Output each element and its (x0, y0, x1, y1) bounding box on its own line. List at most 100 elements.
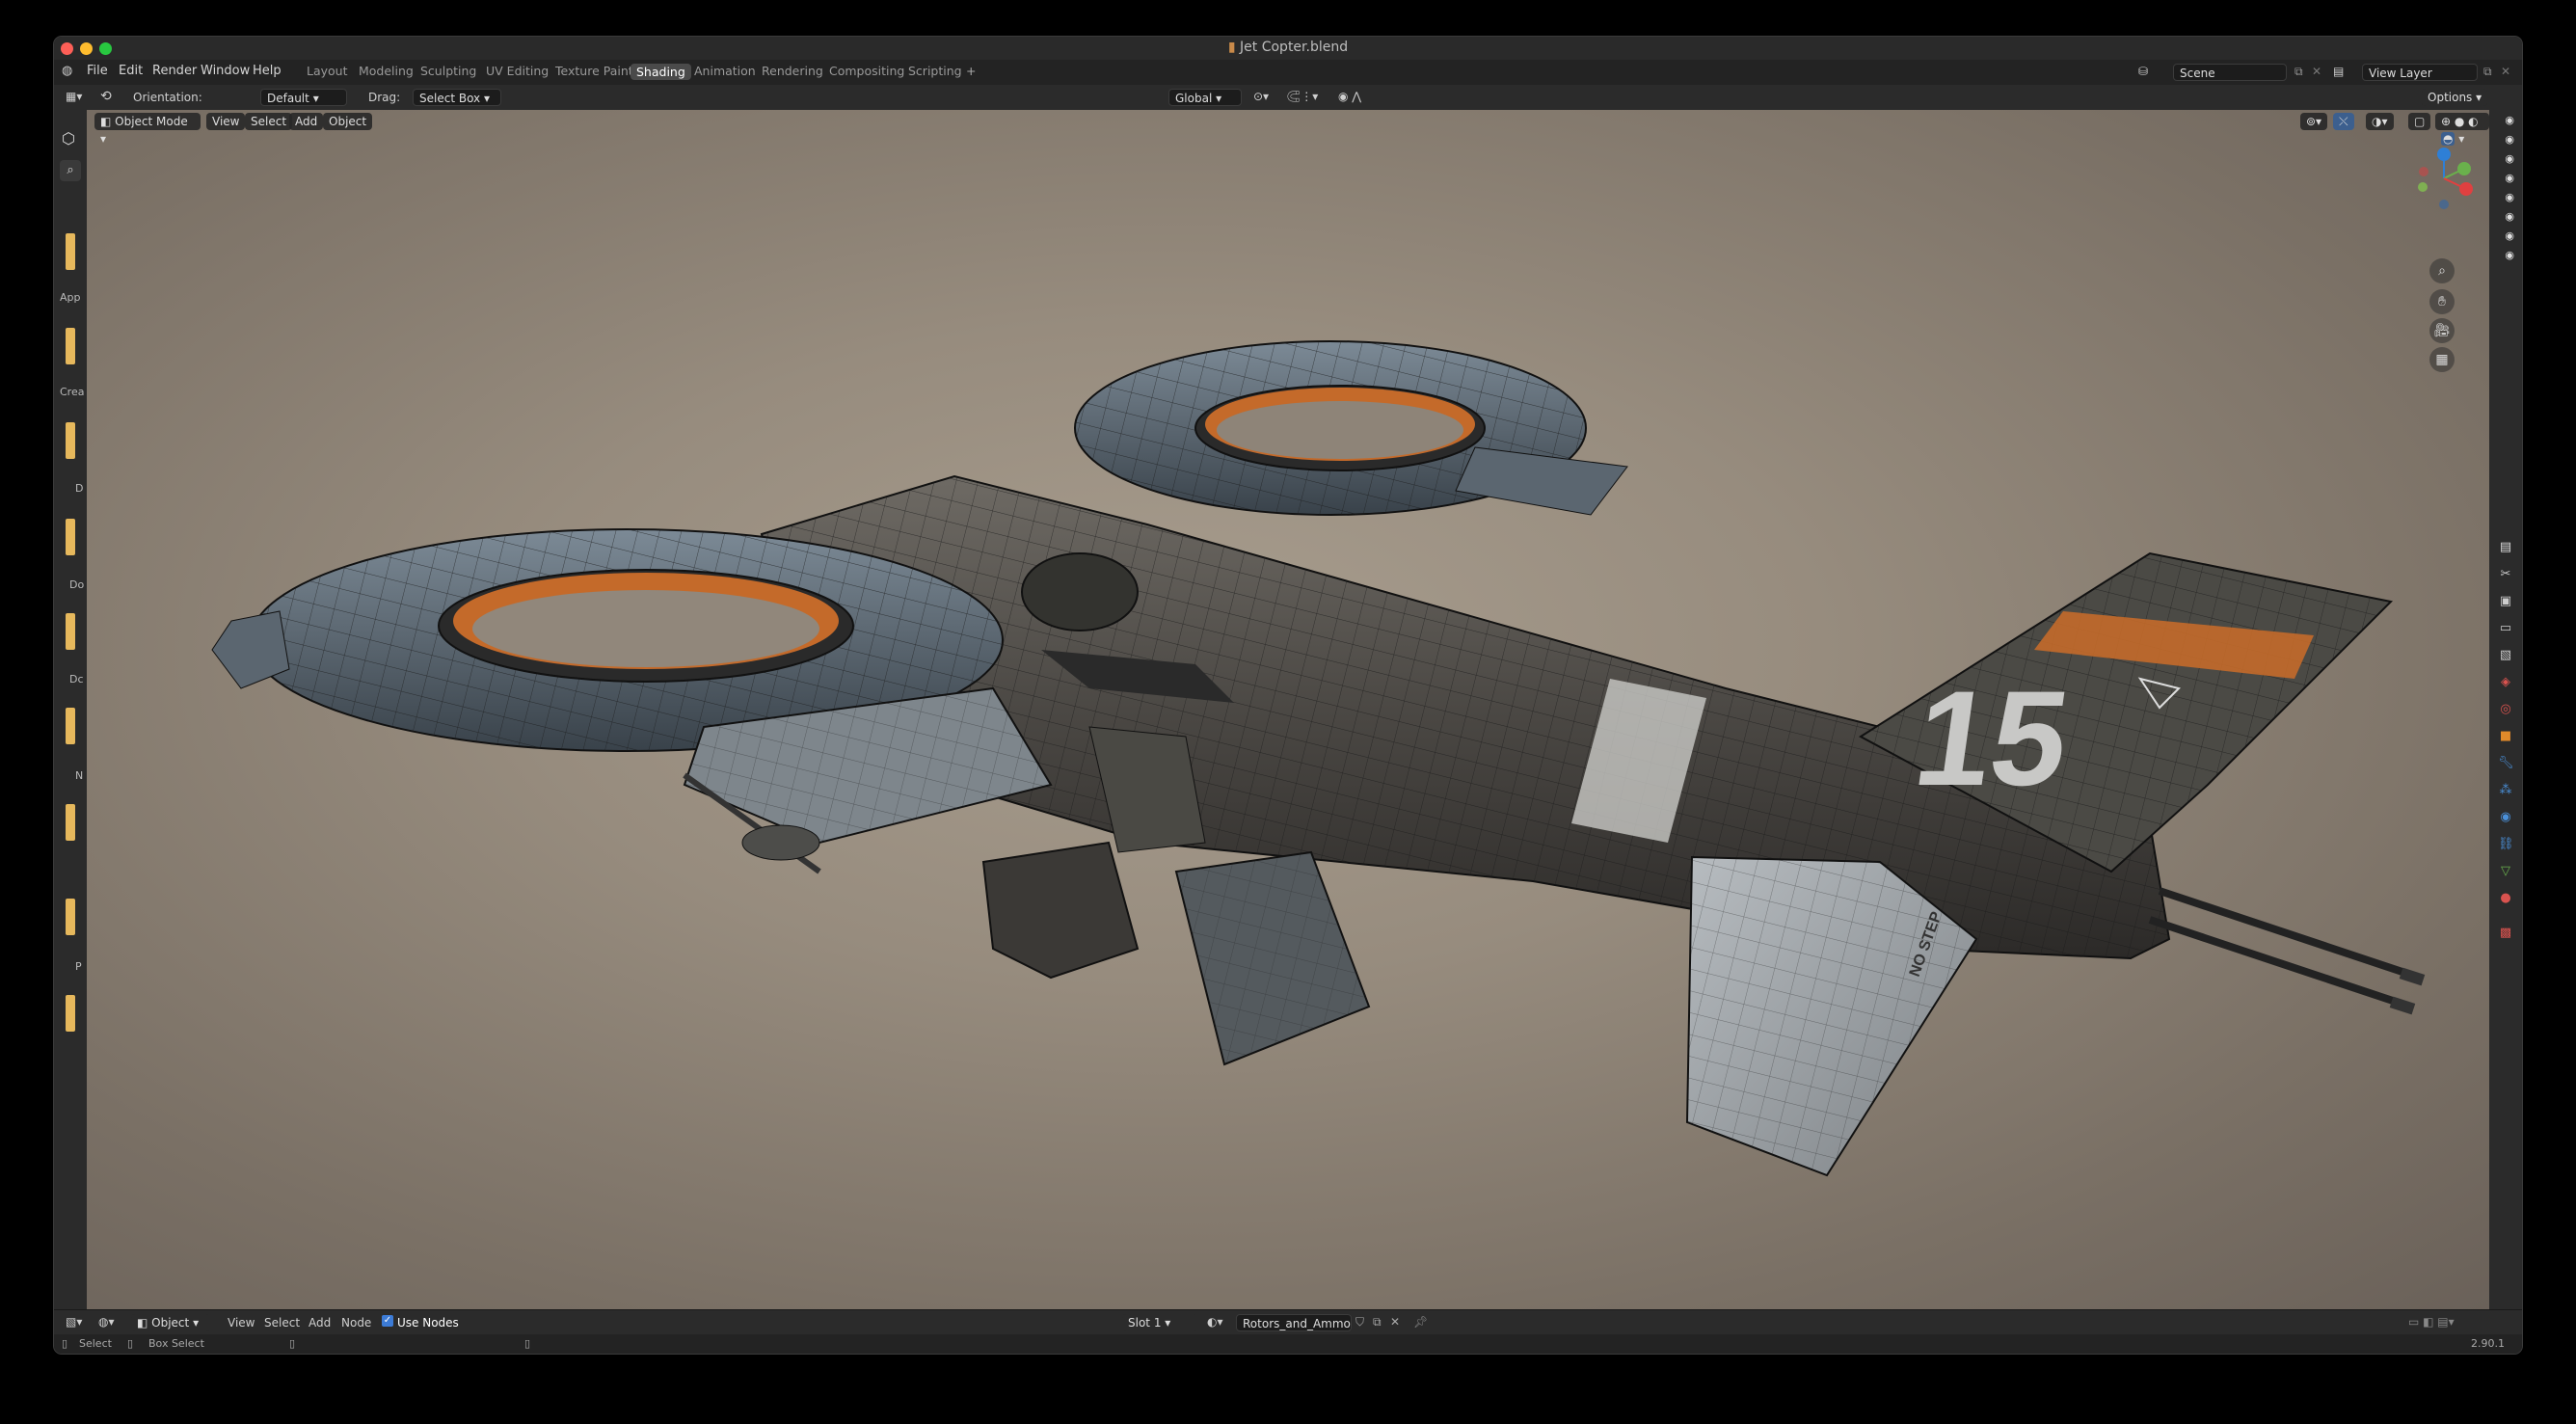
tab-rendering[interactable]: Rendering (762, 64, 823, 78)
mouse-right-icon: ▯ (289, 1337, 296, 1350)
editor-type-icon[interactable]: ▦▾ (66, 90, 82, 103)
new-scene-icon[interactable]: ⧉ (2294, 65, 2303, 79)
toolbar-icon[interactable]: ⬡ (62, 129, 75, 148)
data-properties-icon[interactable]: ▽ (2498, 864, 2513, 879)
options-dropdown[interactable]: Options ▾ (2422, 89, 2487, 106)
tab-scripting[interactable]: Scripting (908, 64, 962, 78)
eye-icon[interactable]: ◉ (2505, 172, 2514, 184)
constraints-properties-icon[interactable]: ⛓︎ (2498, 837, 2514, 852)
drag-label: Drag: (368, 91, 401, 104)
tab-compositing[interactable]: Compositing (829, 64, 904, 78)
view-layer-field[interactable]: View Layer (2362, 64, 2478, 81)
orientation-dropdown[interactable]: Default ▾ (260, 89, 347, 106)
physics-properties-icon[interactable]: ◉ (2498, 810, 2513, 825)
material-properties-icon[interactable]: ● (2498, 891, 2513, 906)
shader-menu-select[interactable]: Select (264, 1316, 300, 1330)
asset-thumbnail[interactable] (66, 328, 75, 364)
menu-help[interactable]: Help (253, 64, 282, 78)
texture-properties-icon[interactable]: ▩ (2498, 926, 2513, 941)
add-workspace-icon[interactable]: + (966, 64, 976, 78)
eye-icon[interactable]: ◉ (2505, 133, 2514, 146)
delete-scene-icon[interactable]: ✕ (2312, 65, 2321, 78)
menu-edit[interactable]: Edit (119, 64, 143, 78)
shader-editor-header: ▧▾ ◍▾ ◧ Object ▾ View Select Add Node ✓ … (54, 1309, 2522, 1335)
asset-label: Crea (60, 386, 85, 398)
asset-label: Do (69, 578, 85, 591)
modifier-properties-icon[interactable]: 🔧︎ (2498, 756, 2514, 771)
tab-sculpting[interactable]: Sculpting (420, 64, 476, 78)
asset-thumbnail[interactable] (66, 519, 75, 555)
use-nodes-checkbox[interactable]: ✓ (382, 1315, 393, 1327)
menu-window[interactable]: Window (201, 64, 250, 78)
delete-view-layer-icon[interactable]: ✕ (2501, 65, 2510, 78)
tab-animation[interactable]: Animation (694, 64, 756, 78)
world-properties-icon[interactable]: ◎ (2498, 702, 2513, 717)
shader-type-icon[interactable]: ◍▾ (98, 1315, 115, 1329)
eye-icon[interactable]: ◉ (2505, 114, 2514, 126)
material-browse-icon[interactable]: ◐▾ (1207, 1315, 1223, 1329)
unlink-material-icon[interactable]: ✕ (1390, 1315, 1400, 1329)
status-select: Select (79, 1337, 112, 1350)
output-properties-icon[interactable]: ▭ (2498, 621, 2513, 636)
active-tool-icon[interactable]: ⟲ (100, 89, 112, 104)
window-title: ▮ Jet Copter.blend (1227, 40, 1349, 55)
asset-thumbnail[interactable] (66, 995, 75, 1032)
menu-file[interactable]: File (87, 64, 108, 78)
view-layer-properties-icon[interactable]: ▧ (2498, 648, 2513, 663)
asset-thumbnail[interactable] (66, 708, 75, 744)
transform-orientation-value: Global (1175, 92, 1213, 105)
tail-number: 15 (1906, 663, 2078, 814)
tab-uv-editing[interactable]: UV Editing (486, 64, 549, 78)
new-material-icon[interactable]: ⧉ (1373, 1315, 1382, 1330)
proportional-editing-icon[interactable]: ◉ ⋀ (1338, 90, 1361, 103)
view-layer-icon[interactable]: ▤ (2333, 65, 2344, 78)
pin-icon[interactable]: 📌︎ (1413, 1315, 1428, 1329)
fake-user-icon[interactable]: ⛉ (1355, 1315, 1364, 1330)
eye-icon[interactable]: ◉ (2505, 210, 2514, 223)
eye-icon[interactable]: ◉ (2505, 191, 2514, 203)
particles-properties-icon[interactable]: ⁂ (2498, 783, 2513, 798)
scene-field[interactable]: Scene (2173, 64, 2287, 81)
asset-thumbnail[interactable] (66, 899, 75, 935)
search-icon[interactable]: ⌕ (60, 160, 81, 181)
eye-icon[interactable]: ◉ (2505, 152, 2514, 165)
tab-layout[interactable]: Layout (307, 64, 348, 78)
transform-orientation-dropdown[interactable]: Global ▾ (1168, 89, 1242, 106)
use-nodes-label: Use Nodes (397, 1316, 459, 1330)
shader-menu-view[interactable]: View (228, 1316, 255, 1330)
drag-dropdown[interactable]: Select Box ▾ (413, 89, 501, 106)
shader-object-type-dropdown[interactable]: ◧ Object ▾ (131, 1314, 210, 1331)
asset-thumbnail[interactable] (66, 422, 75, 459)
asset-thumbnail[interactable] (66, 804, 75, 841)
eye-icon[interactable]: ◉ (2505, 249, 2514, 261)
eye-icon[interactable]: ◉ (2505, 229, 2514, 242)
asset-thumbnail[interactable] (66, 233, 75, 270)
sidebar-toggle-icon[interactable]: ▭ ◧ ▤▾ (2408, 1315, 2455, 1329)
tab-texture-paint[interactable]: Texture Paint (555, 64, 633, 78)
tab-modeling[interactable]: Modeling (359, 64, 414, 78)
options-label: Options (2428, 91, 2473, 104)
pivot-point-icon[interactable]: ⊙▾ (1253, 90, 1269, 103)
new-view-layer-icon[interactable]: ⧉ (2483, 65, 2492, 79)
jet-copter-model[interactable]: 15 NO STEP (87, 110, 2489, 1309)
tool-properties-icon[interactable]: ✂ (2498, 567, 2513, 582)
render-properties-icon[interactable]: ▣ (2498, 594, 2513, 609)
material-name-field[interactable]: Rotors_and_Ammo (1236, 1314, 1352, 1331)
scene-selector-icon[interactable]: ⛁ (2138, 65, 2148, 78)
scene-properties-icon[interactable]: ◈ (2498, 675, 2513, 690)
properties-editor-icon[interactable]: ▤ (2498, 540, 2513, 555)
object-properties-icon[interactable]: ■ (2498, 729, 2513, 744)
asset-label: N (75, 769, 84, 782)
menu-render[interactable]: Render (152, 64, 197, 78)
title-bar: ▮ Jet Copter.blend (54, 37, 2522, 60)
asset-thumbnail[interactable] (66, 613, 75, 650)
shader-menu-add[interactable]: Add (309, 1316, 331, 1330)
snap-icon[interactable]: 🧲︎⋮▾ (1286, 90, 1318, 103)
tab-shading[interactable]: Shading (631, 64, 691, 80)
blender-logo-icon[interactable]: ◍ (62, 64, 72, 78)
shader-menu-node[interactable]: Node (341, 1316, 371, 1330)
shader-editor-type-icon[interactable]: ▧▾ (66, 1315, 82, 1329)
material-slot-dropdown[interactable]: Slot 1 ▾ (1122, 1314, 1197, 1331)
3d-viewport[interactable]: ◧ Object Mode ▾ View Select Add Object ⊚… (87, 110, 2489, 1309)
blender-version: 2.90.1 (2471, 1337, 2505, 1350)
